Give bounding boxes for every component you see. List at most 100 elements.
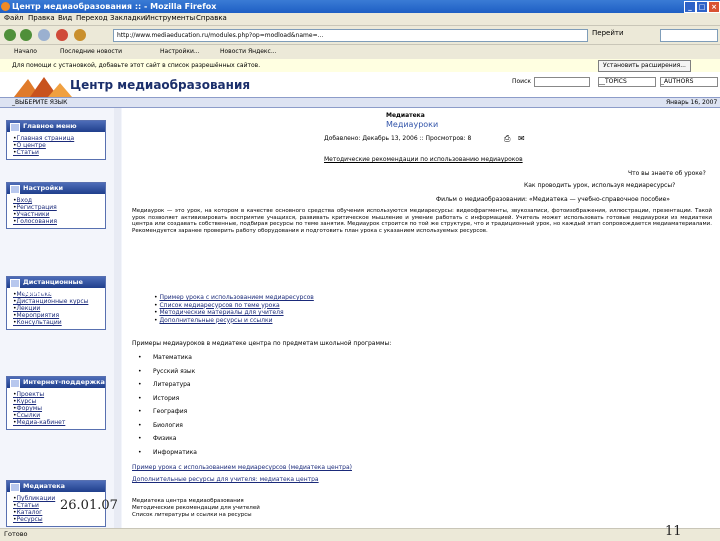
- site-title: Центр медиаобразования: [70, 78, 251, 92]
- topics-select[interactable]: __TOPICS: [598, 77, 656, 87]
- block-title: Интернет-поддержка: [23, 378, 105, 386]
- sidebar-link[interactable]: Ресурсы: [13, 516, 105, 523]
- subject-item[interactable]: История: [153, 395, 179, 402]
- subject-item[interactable]: География: [153, 408, 187, 415]
- search-label: Поиск: [512, 78, 532, 85]
- search-input[interactable]: [660, 29, 718, 42]
- window-title: Центр медиаобразования :: - Mozilla Fire…: [12, 2, 217, 11]
- bookmark-item[interactable]: Настройки...: [160, 48, 200, 55]
- article-link[interactable]: Методические материалы для учителя: [159, 309, 283, 316]
- sidebar-link[interactable]: Медиа-кабинет: [13, 419, 105, 426]
- sidebar-link[interactable]: Курсы: [13, 398, 105, 405]
- footer-line: Список литературы и ссылки на ресурсы: [132, 512, 252, 518]
- sidebar-link[interactable]: Вход: [13, 197, 105, 204]
- menu-go[interactable]: Переход: [76, 14, 108, 22]
- article-section: Медиатека: [386, 112, 425, 119]
- footer-line: Методические рекомендации для учителей: [132, 505, 260, 511]
- article-link[interactable]: Дополнительные ресурсы и ссылки: [159, 317, 272, 324]
- close-button[interactable]: ×: [708, 1, 720, 13]
- maximize-button[interactable]: □: [696, 1, 708, 13]
- go-button[interactable]: Перейти: [592, 29, 624, 37]
- slide-page-number: 11: [665, 524, 682, 539]
- block-title: Медиатека: [23, 482, 66, 490]
- subject-item[interactable]: Биология: [153, 422, 183, 429]
- email-icon[interactable]: ✉: [518, 134, 525, 143]
- article-body: Медиаурок — это урок, на котором в качес…: [132, 208, 712, 235]
- block-title: Главное меню: [23, 122, 77, 130]
- sidebar-block-settings: Настройки Вход Регистрация Участники Гол…: [6, 182, 106, 229]
- status-bar: Готово: [0, 528, 720, 541]
- footer-link[interactable]: Дополнительные ресурсы для учителя: меди…: [132, 476, 319, 483]
- sidebar-link[interactable]: Голосования: [13, 218, 105, 225]
- sidebar-link[interactable]: Консультации: [13, 319, 105, 326]
- sidebar-link[interactable]: Ссылки: [13, 412, 105, 419]
- notification-text: Для помощи с установкой, добавьте этот с…: [12, 62, 261, 69]
- main-content: Медиатека Медиауроки Добавлено: Декабрь …: [124, 108, 718, 528]
- language-selector[interactable]: _ВЫБЕРИТЕ ЯЗЫК: [12, 99, 67, 106]
- menu-tools[interactable]: Инструменты: [145, 14, 195, 22]
- footer-line: Медиатека центра медиаобразования: [132, 498, 244, 504]
- subject-item[interactable]: Литература: [153, 381, 191, 388]
- reload-icon[interactable]: [38, 29, 50, 41]
- sidebar-link[interactable]: Лекции: [13, 305, 105, 312]
- block-icon: [10, 379, 20, 388]
- sidebar-link[interactable]: Регистрация: [13, 204, 105, 211]
- subject-item[interactable]: Математика: [153, 354, 192, 361]
- address-bar[interactable]: http://www.mediaeducation.ru/modules.php…: [113, 29, 588, 42]
- sidebar-link[interactable]: Форумы: [13, 405, 105, 412]
- block-icon: [10, 279, 20, 288]
- bookmark-item[interactable]: Начало: [14, 48, 37, 55]
- sidebar-link[interactable]: О центре: [13, 142, 105, 149]
- question-1: Что вы знаете об уроке?: [628, 170, 706, 177]
- stop-icon[interactable]: [56, 29, 68, 41]
- sidebar-scrollbar[interactable]: [114, 108, 121, 528]
- slide-date: 26.01.07: [60, 498, 118, 513]
- article-meta: Добавлено: Декабрь 13, 2006 :: Просмотро…: [324, 135, 472, 142]
- sidebar: Главное меню Главная страница О центре С…: [0, 108, 122, 528]
- bookmark-item[interactable]: Новости Яндекс...: [220, 48, 277, 55]
- firefox-icon: [1, 2, 10, 11]
- menu-bar: Файл Правка Вид Переход Закладки Инструм…: [0, 13, 720, 26]
- sidebar-link[interactable]: Главная страница: [13, 135, 105, 142]
- subject-item[interactable]: Русский язык: [153, 368, 195, 375]
- article-title: Медиауроки: [386, 120, 439, 129]
- article-link[interactable]: Список медиаресурсов по теме урока: [159, 302, 279, 309]
- link-list: • Пример урока с использованием медиарес…: [154, 294, 314, 324]
- navigation-toolbar: http://www.mediaeducation.ru/modules.php…: [0, 26, 720, 45]
- examples-intro: Примеры медиауроков в медиатеке центра п…: [132, 340, 392, 347]
- bookmarks-bar: Начало Последние новости Настройки... Но…: [0, 45, 720, 60]
- home-icon[interactable]: [74, 29, 86, 41]
- sidebar-block-support: Интернет-поддержка Проекты Курсы Форумы …: [6, 376, 106, 430]
- menu-edit[interactable]: Правка: [28, 14, 55, 22]
- sidebar-link[interactable]: Дистанционные курсы: [13, 298, 105, 305]
- question-3: Фильм о медиаобразовании: «Медиатека — у…: [436, 196, 670, 203]
- sidebar-link[interactable]: Участники: [13, 211, 105, 218]
- block-icon: [10, 185, 20, 194]
- site-search-input[interactable]: [534, 77, 590, 87]
- block-title: Настройки: [23, 184, 64, 192]
- forward-icon[interactable]: [20, 29, 32, 41]
- menu-file[interactable]: Файл: [4, 14, 23, 22]
- sidebar-link[interactable]: Статьи: [13, 149, 105, 156]
- print-icon[interactable]: ⎙: [504, 134, 510, 144]
- site-stripe: _ВЫБЕРИТЕ ЯЗЫК Январь 16, 2007: [0, 97, 720, 108]
- sidebar-block-main: Главное меню Главная страница О центре С…: [6, 120, 106, 160]
- notification-bar: Для помощи с установкой, добавьте этот с…: [0, 59, 720, 73]
- menu-help[interactable]: Справка: [196, 14, 227, 22]
- install-extensions-button[interactable]: Установить расширения...: [598, 60, 691, 72]
- authors-select[interactable]: _AUTHORS: [660, 77, 718, 87]
- block-icon: [10, 483, 20, 492]
- footer-link[interactable]: Пример урока с использованием медиаресур…: [132, 464, 352, 471]
- sidebar-link[interactable]: Проекты: [13, 391, 105, 398]
- window-titlebar: Центр медиаобразования :: - Mozilla Fire…: [0, 0, 720, 13]
- bookmark-item[interactable]: Последние новости: [60, 48, 122, 55]
- subject-item[interactable]: Физика: [153, 435, 176, 442]
- minimize-button[interactable]: _: [684, 1, 696, 13]
- article-link[interactable]: Пример урока с использованием медиаресур…: [159, 294, 313, 301]
- subject-item[interactable]: Информатика: [153, 449, 197, 456]
- menu-view[interactable]: Вид: [58, 14, 72, 22]
- back-icon[interactable]: [4, 29, 16, 41]
- sidebar-link[interactable]: Мероприятия: [13, 312, 105, 319]
- question-2: Как проводить урок, используя медиаресур…: [524, 182, 676, 189]
- menu-bookmarks[interactable]: Закладки: [110, 14, 145, 22]
